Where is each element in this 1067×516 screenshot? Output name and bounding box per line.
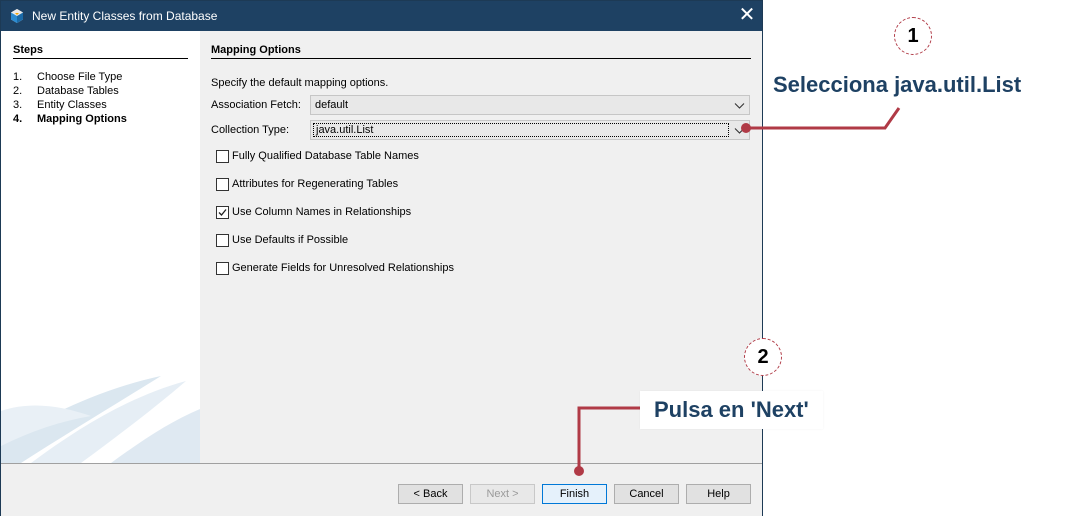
step-item-database-tables: 2. Database Tables xyxy=(13,84,127,98)
collection-type-label: Collection Type: xyxy=(211,124,290,136)
collection-type-combo[interactable]: java.util.List xyxy=(310,120,750,140)
netbeans-app-icon xyxy=(11,9,23,23)
regenerating-tables-checkbox[interactable] xyxy=(216,178,229,191)
step-item-mapping-options: 4. Mapping Options xyxy=(13,112,127,126)
checkbox-label: Use Defaults if Possible xyxy=(232,234,349,246)
step-number: 4. xyxy=(13,113,23,125)
steps-heading: Steps xyxy=(13,44,188,59)
checkbox-label: Use Column Names in Relationships xyxy=(232,206,412,218)
cancel-button[interactable]: Cancel xyxy=(614,484,679,504)
step-label: Entity Classes xyxy=(37,99,107,111)
column-names-checkbox[interactable] xyxy=(216,206,229,219)
finish-button[interactable]: Finish xyxy=(542,484,607,504)
checkbox-label: Fully Qualified Database Table Names xyxy=(232,150,419,162)
callout-2-badge: 2 xyxy=(744,338,782,376)
association-fetch-label: Association Fetch: xyxy=(211,99,301,111)
step-number: 1. xyxy=(13,71,23,83)
chevron-down-icon xyxy=(734,128,745,134)
step-item-choose-file-type: 1. Choose File Type xyxy=(13,70,127,84)
wizard-swoosh-graphic xyxy=(1,376,200,463)
close-icon[interactable]: ✕ xyxy=(732,1,762,31)
help-button[interactable]: Help xyxy=(686,484,751,504)
collection-type-value: java.util.List xyxy=(313,123,729,137)
step-number: 2. xyxy=(13,85,23,97)
step-item-entity-classes: 3. Entity Classes xyxy=(13,98,127,112)
callout-1-text: Selecciona java.util.List xyxy=(773,72,1022,97)
next-button[interactable]: Next > xyxy=(470,484,535,504)
checkmark-icon xyxy=(218,209,227,216)
steps-list: 1. Choose File Type 2. Database Tables 3. E… xyxy=(13,70,127,126)
checkbox-label: Attributes for Regenerating Tables xyxy=(232,178,399,190)
chevron-down-icon xyxy=(734,103,745,109)
callout-2-text: Pulsa en 'Next' xyxy=(640,391,823,429)
window-title: New Entity Classes from Database xyxy=(32,9,218,23)
checkbox-label: Generate Fields for Unresolved Relations… xyxy=(232,262,454,274)
description-text: Specify the default mapping options. xyxy=(211,77,389,89)
use-defaults-checkbox[interactable] xyxy=(216,234,229,247)
association-fetch-combo[interactable]: default xyxy=(310,95,750,115)
association-fetch-value: default xyxy=(315,99,349,111)
fully-qualified-names-checkbox[interactable] xyxy=(216,150,229,163)
unresolved-relationships-checkbox[interactable] xyxy=(216,262,229,275)
step-label: Database Tables xyxy=(37,85,119,97)
callout-1-connector xyxy=(746,107,901,130)
dialog-window: New Entity Classes from Database ✕ Steps… xyxy=(0,0,763,516)
back-button[interactable]: < Back xyxy=(398,484,463,504)
step-label: Mapping Options xyxy=(37,113,127,125)
callout-1-badge: 1 xyxy=(894,17,932,55)
section-title: Mapping Options xyxy=(211,44,751,59)
step-label: Choose File Type xyxy=(37,71,123,83)
title-bar: New Entity Classes from Database ✕ xyxy=(1,1,762,31)
button-bar: < Back Next > Finish Cancel Help xyxy=(1,463,762,516)
steps-panel: Steps 1. Choose File Type 2. Database Tabl… xyxy=(1,31,201,463)
step-number: 3. xyxy=(13,99,23,111)
